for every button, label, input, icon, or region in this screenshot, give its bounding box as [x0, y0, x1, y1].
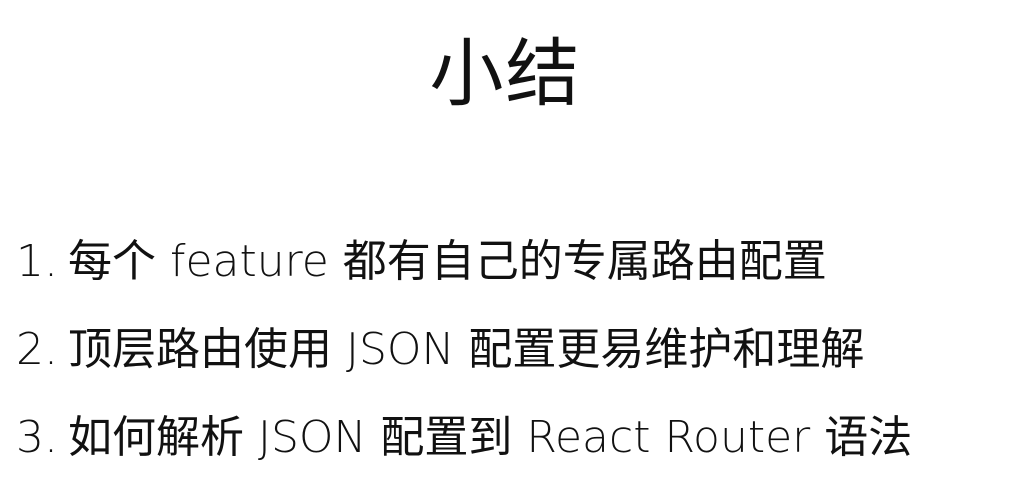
list-item-number: 2.	[16, 324, 58, 375]
slide-title: 小结	[429, 31, 582, 117]
list-item-number: 3.	[16, 412, 58, 463]
list-item: 2. 顶层路由使用 JSON 配置更易维护和理解	[16, 312, 1001, 400]
list-item-text: 每个 feature 都有自己的专属路由配置	[67, 236, 827, 287]
list-item-text: 顶层路由使用 JSON 配置更易维护和理解	[67, 324, 865, 375]
list-item: 3. 如何解析 JSON 配置到 React Router 语法	[16, 400, 1001, 488]
list-item: 1. 每个 feature 都有自己的专属路由配置	[16, 224, 1001, 312]
list-item-text: 如何解析 JSON 配置到 React Router 语法	[67, 412, 913, 463]
list-item-number: 1.	[16, 236, 58, 287]
summary-list: 1. 每个 feature 都有自己的专属路由配置 2. 顶层路由使用 JSON…	[16, 224, 1001, 488]
slide: 小结 1. 每个 feature 都有自己的专属路由配置 2. 顶层路由使用 J…	[0, 0, 1011, 504]
